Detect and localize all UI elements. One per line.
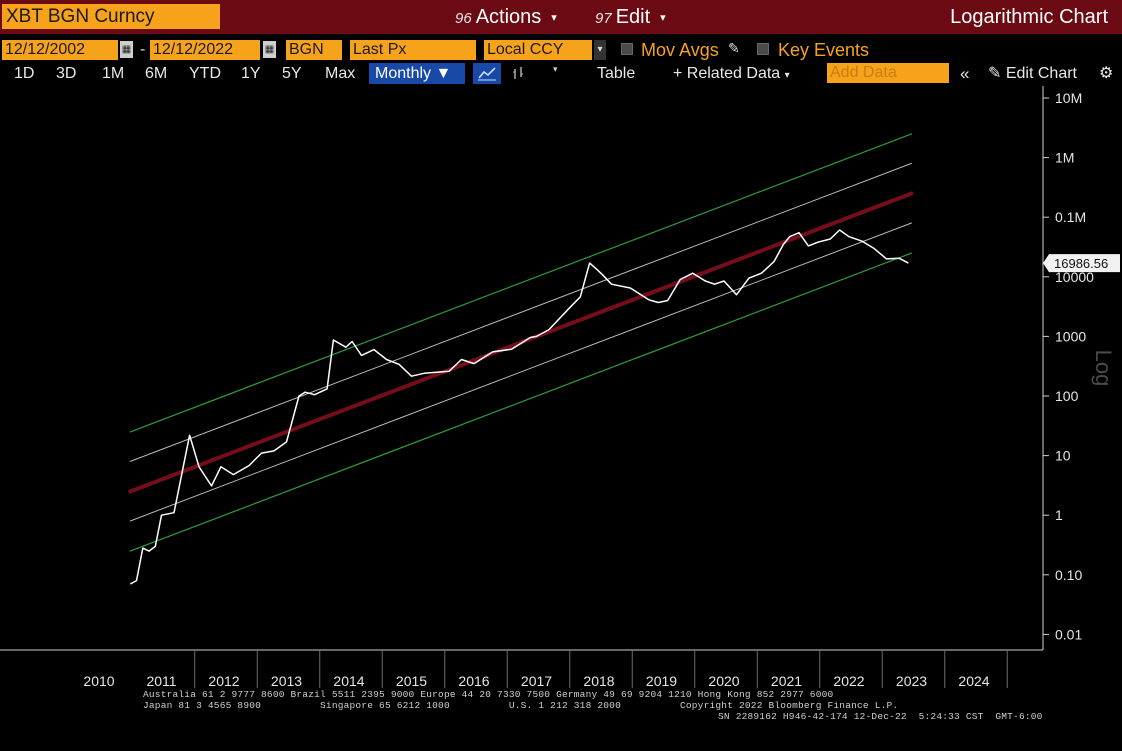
- actions-menu-number: 96: [455, 10, 472, 27]
- price-chart[interactable]: 10M1M0.1M1000010001001010.100.01 2010 201…: [0, 86, 1122, 696]
- edit-chart-button[interactable]: ✎ Edit Chart: [988, 63, 1077, 85]
- currency-select[interactable]: Local CCY: [484, 40, 592, 60]
- last-value-marker: 16986.56: [1043, 254, 1120, 273]
- range-ytd[interactable]: YTD: [189, 63, 221, 85]
- x-tick-label: 2013: [271, 673, 302, 689]
- end-date-input[interactable]: 12/12/2022: [150, 40, 260, 60]
- x-tick-label: 2017: [521, 673, 552, 689]
- date-separator: -: [140, 41, 146, 58]
- y-tick-label: 1M: [1055, 150, 1074, 166]
- x-tick-label: 2018: [583, 673, 614, 689]
- pencil-icon[interactable]: ✎: [728, 40, 740, 57]
- y-axis-label: Log: [1091, 350, 1116, 387]
- x-tick-label: 2022: [833, 673, 864, 689]
- start-date-input[interactable]: 12/12/2002: [2, 40, 118, 60]
- collapse-icon[interactable]: «: [960, 63, 969, 85]
- source-field[interactable]: BGN: [286, 40, 342, 60]
- calendar-icon[interactable]: ▦: [120, 41, 133, 58]
- bar-chart-icon[interactable]: [510, 64, 532, 84]
- x-tick-label: 2019: [646, 673, 677, 689]
- edit-menu[interactable]: 97 Edit ▾: [595, 4, 666, 30]
- y-tick-label: 10: [1055, 448, 1071, 464]
- mov-avgs-checkbox[interactable]: [621, 43, 633, 55]
- x-tick-label: 2024: [958, 673, 989, 689]
- caret-down-icon: ▾: [660, 11, 666, 24]
- add-data-input[interactable]: Add Data: [827, 63, 949, 83]
- mov-avgs-label[interactable]: Mov Avgs: [641, 38, 719, 62]
- key-events-checkbox[interactable]: [757, 43, 769, 55]
- x-tick-label: 2012: [208, 673, 239, 689]
- y-tick-label: 10M: [1055, 90, 1082, 106]
- edit-menu-number: 97: [595, 10, 612, 27]
- footer-session-info: SN 2289162 H946-42-174 12-Dec-22 5:24:33…: [718, 711, 1043, 722]
- range-6m[interactable]: 6M: [145, 63, 167, 85]
- table-button[interactable]: Table: [597, 63, 635, 85]
- plus-icon: +: [673, 65, 683, 82]
- period-label: Monthly: [375, 65, 432, 82]
- edit-chart-label: Edit Chart: [1005, 65, 1077, 82]
- calendar-icon[interactable]: ▦: [263, 41, 276, 58]
- actions-menu[interactable]: 96 Actions ▾: [455, 4, 557, 30]
- y-tick-label: 0.10: [1055, 567, 1082, 583]
- caret-down-icon: ▾: [784, 70, 790, 81]
- range-3d[interactable]: 3D: [56, 63, 76, 85]
- period-select[interactable]: Monthly ▼: [369, 63, 465, 84]
- x-tick-label: 2015: [396, 673, 427, 689]
- line-chart-icon[interactable]: [473, 63, 501, 84]
- range-1y[interactable]: 1Y: [241, 63, 261, 85]
- triangle-down-icon: ▼: [435, 65, 452, 82]
- price-field-select[interactable]: Last Px: [350, 40, 476, 60]
- range-5y[interactable]: 5Y: [282, 63, 302, 85]
- chart-type-dropdown-icon[interactable]: ▾: [553, 64, 558, 75]
- actions-menu-label: Actions: [475, 6, 542, 28]
- x-tick-label: 2020: [708, 673, 739, 689]
- x-tick-label: 2021: [771, 673, 802, 689]
- key-events-label[interactable]: Key Events: [778, 38, 869, 62]
- range-max[interactable]: Max: [325, 63, 355, 85]
- x-tick-label: 2011: [146, 673, 176, 689]
- edit-menu-label: Edit: [615, 6, 651, 28]
- range-1m[interactable]: 1M: [102, 63, 124, 85]
- footer-contacts-line1: Australia 61 2 9777 8600 Brazil 5511 239…: [143, 689, 834, 700]
- security-field[interactable]: XBT BGN Curncy: [2, 4, 220, 29]
- y-tick-label: 100: [1055, 388, 1079, 404]
- footer-contacts-line2: Japan 81 3 4565 8900 Singapore 65 6212 1…: [143, 700, 899, 711]
- x-tick-label: 2010: [83, 673, 114, 689]
- chart-background: [0, 86, 1122, 696]
- related-data-menu[interactable]: + Related Data ▾: [673, 63, 790, 87]
- y-tick-label: 1: [1055, 507, 1063, 523]
- range-1d[interactable]: 1D: [14, 63, 34, 85]
- x-tick-label: 2023: [896, 673, 927, 689]
- chart-mode-title: Logarithmic Chart: [950, 6, 1108, 28]
- gear-icon[interactable]: ⚙: [1099, 63, 1113, 85]
- y-tick-label: 0.1M: [1055, 209, 1086, 225]
- y-tick-label: 1000: [1055, 328, 1086, 344]
- x-tick-label: 2014: [333, 673, 364, 689]
- y-tick-label: 0.01: [1055, 626, 1082, 642]
- caret-down-icon: ▾: [551, 11, 557, 24]
- dropdown-arrow-icon[interactable]: ▾: [594, 40, 606, 60]
- x-tick-label: 2016: [458, 673, 489, 689]
- pencil-icon: ✎: [988, 65, 1002, 82]
- related-data-label: Related Data: [686, 65, 781, 82]
- last-value-label: 16986.56: [1054, 256, 1108, 271]
